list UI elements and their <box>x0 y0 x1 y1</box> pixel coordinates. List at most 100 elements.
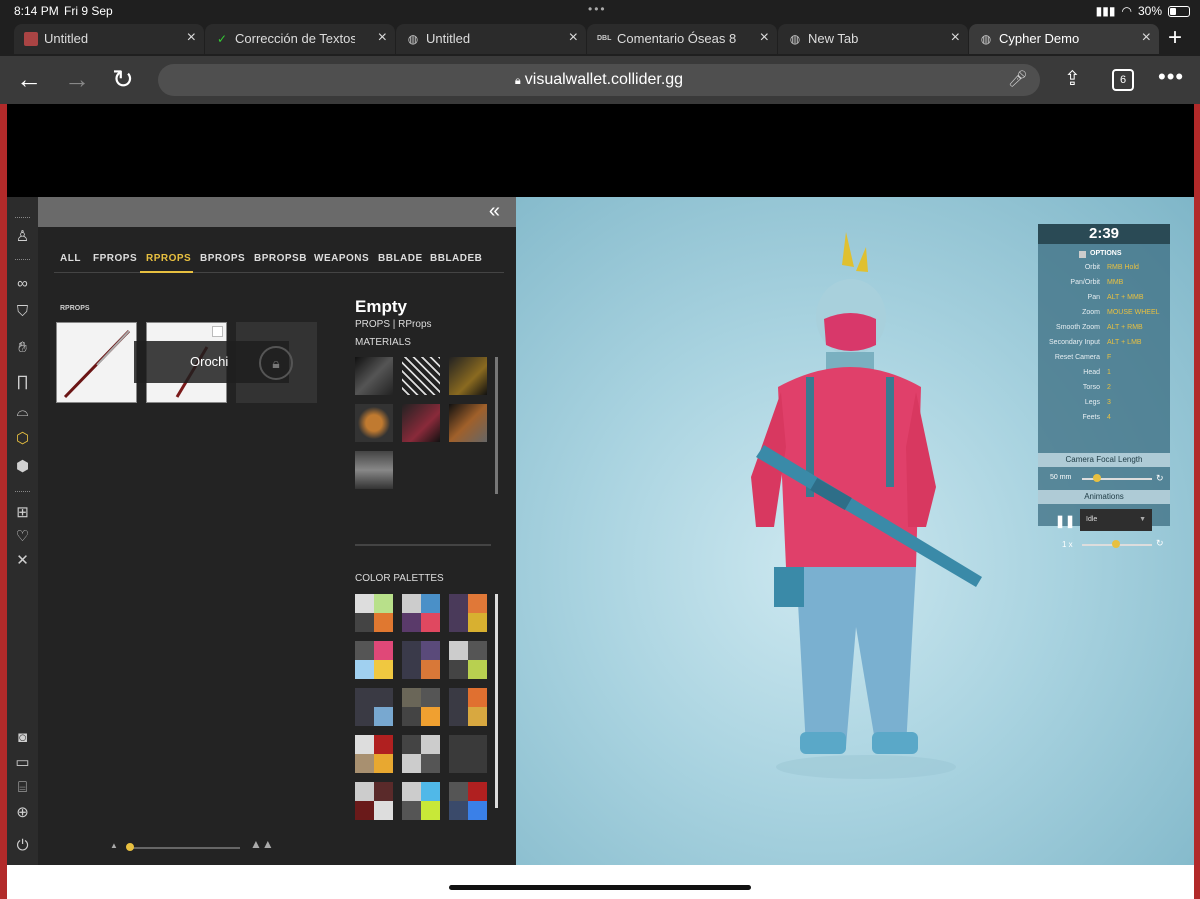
palette-swatch[interactable] <box>355 782 393 820</box>
browser-tab-3[interactable]: ◍ Untitled × <box>396 24 586 54</box>
multitasking-dots-icon[interactable]: ••• <box>588 2 607 16</box>
prop-item-katana[interactable] <box>56 322 137 403</box>
tab-bpropsb[interactable]: BPROPSB <box>254 253 307 264</box>
character-model[interactable] <box>716 227 1016 787</box>
palette-swatch[interactable] <box>449 688 487 726</box>
camera-icon[interactable]: ◙ <box>7 729 38 746</box>
forward-arrow-icon[interactable]: → <box>64 64 90 94</box>
cube-icon[interactable]: ⬢ <box>7 457 38 475</box>
drag-grip-icon[interactable] <box>15 259 30 262</box>
option-row: Torso 2 <box>1082 384 1111 391</box>
power-icon[interactable]: ⏻ <box>7 837 38 854</box>
browser-tab-1[interactable]: Untitled × <box>14 24 204 54</box>
close-tab-icon[interactable]: × <box>187 29 196 47</box>
browser-tab-4[interactable]: DBL Comentario Óseas 8:4 × <box>587 24 777 54</box>
drag-grip-icon[interactable] <box>15 491 30 494</box>
browser-tab-6-active[interactable]: ◍ Cypher Demo × <box>969 24 1159 54</box>
close-tab-icon[interactable]: × <box>951 29 960 47</box>
material-swatch[interactable] <box>402 357 440 395</box>
palette-swatch[interactable] <box>355 641 393 679</box>
clock: 8:14 PM <box>14 4 59 18</box>
material-swatch[interactable] <box>402 404 440 442</box>
drag-grip-icon[interactable] <box>15 217 30 220</box>
item-title: Empty <box>355 297 407 316</box>
close-tab-icon[interactable]: × <box>760 29 769 47</box>
speed-thumb[interactable] <box>1112 540 1120 548</box>
thumbnail-size-slider[interactable]: ▲ ▲▲ <box>110 837 274 853</box>
focal-length-thumb[interactable] <box>1093 474 1101 482</box>
material-swatch[interactable] <box>355 451 393 489</box>
close-tab-icon[interactable]: × <box>569 29 578 47</box>
reset-speed-icon[interactable]: ↻ <box>1156 538 1164 549</box>
option-row: Feets 4 <box>1082 414 1111 421</box>
folder-icon[interactable]: ⌸ <box>7 779 38 796</box>
focal-length-value: 50 mm <box>1050 474 1072 481</box>
animation-select[interactable]: Idle ▼ <box>1080 509 1152 531</box>
materials-label: MATERIALS <box>355 337 411 348</box>
material-swatch[interactable] <box>449 357 487 395</box>
props-box-icon[interactable]: ⬡ <box>7 429 38 447</box>
palette-swatch[interactable] <box>402 594 440 632</box>
material-swatch[interactable] <box>355 357 393 395</box>
palette-swatch[interactable] <box>402 688 440 726</box>
tab-all[interactable]: ALL <box>60 253 81 264</box>
palette-swatch[interactable] <box>449 641 487 679</box>
browser-tab-5[interactable]: ◍ New Tab × <box>778 24 968 54</box>
focal-length-header: Camera Focal Length <box>1038 453 1170 467</box>
reset-focal-icon[interactable]: ↻ <box>1156 473 1164 484</box>
palette-swatch[interactable] <box>449 735 487 773</box>
palette-swatch[interactable] <box>449 594 487 632</box>
new-tab-plus-icon[interactable]: + <box>1160 24 1190 52</box>
palette-swatch[interactable] <box>355 594 393 632</box>
save-icon[interactable]: ▭ <box>7 753 38 771</box>
palettes-scrollbar[interactable] <box>495 594 498 808</box>
more-menu-icon[interactable]: ••• <box>1158 64 1184 90</box>
tab-weapons[interactable]: WEAPONS <box>314 253 369 264</box>
options-checkbox[interactable] <box>1079 251 1086 258</box>
color-palettes-label: COLOR PALETTES <box>355 573 444 584</box>
palette-swatch[interactable] <box>402 641 440 679</box>
home-indicator[interactable] <box>449 885 751 890</box>
tab-count-button[interactable]: 6 <box>1112 69 1134 91</box>
pants-icon[interactable]: ∏ <box>7 373 38 390</box>
address-bar[interactable]: 🔒︎ visualwallet.collider.gg 🎤︎ <box>158 64 1040 96</box>
glasses-icon[interactable]: ∞ <box>7 275 38 292</box>
heart-icon[interactable]: ♡ <box>7 527 38 545</box>
tools-icon[interactable]: ✕ <box>7 551 38 569</box>
shirt-icon[interactable]: ⛉ <box>7 303 38 320</box>
download-icon[interactable]: ⊕ <box>7 803 38 821</box>
tab-bbladeb[interactable]: BBLADEB <box>430 253 482 264</box>
tab-bblade[interactable]: BBLADE <box>378 253 423 264</box>
palette-swatch[interactable] <box>402 782 440 820</box>
slider-track[interactable] <box>130 847 240 849</box>
select-checkbox[interactable] <box>212 326 223 337</box>
browser-tab-2[interactable]: ✓ Corrección de Textos × <box>205 24 395 54</box>
microphone-icon[interactable]: 🎤︎ <box>1008 64 1028 96</box>
material-swatch[interactable] <box>449 404 487 442</box>
option-row: Head 1 <box>1083 369 1111 376</box>
battery-icon <box>1168 5 1190 17</box>
tab-bprops[interactable]: BPROPS <box>200 253 245 264</box>
3d-viewport[interactable]: 2:39 OPTIONS Orbit RMB Hold Pan/Orbit MMB … <box>516 197 1194 865</box>
pause-icon[interactable]: ❚❚ <box>1055 514 1075 528</box>
back-arrow-icon[interactable]: ← <box>16 64 42 94</box>
body-icon[interactable]: ♙ <box>7 227 38 245</box>
active-tab-indicator <box>140 271 193 273</box>
materials-scrollbar[interactable] <box>495 357 498 494</box>
tab-rprops[interactable]: RPROPS <box>146 253 191 264</box>
close-tab-icon[interactable]: × <box>378 29 387 47</box>
palette-swatch[interactable] <box>402 735 440 773</box>
grid-icon[interactable]: ⊞ <box>7 503 38 521</box>
collapse-panel-icon[interactable]: « <box>489 200 500 223</box>
slider-thumb[interactable] <box>126 843 134 851</box>
glove-icon[interactable]: ✋︎ <box>7 339 38 356</box>
shoe-icon[interactable]: ⌓ <box>7 403 38 420</box>
palette-swatch[interactable] <box>355 688 393 726</box>
close-tab-icon[interactable]: × <box>1142 29 1151 47</box>
reload-icon[interactable]: ↻ <box>112 64 134 94</box>
share-icon[interactable]: ⇪ <box>1064 66 1081 91</box>
palette-swatch[interactable] <box>355 735 393 773</box>
palette-swatch[interactable] <box>449 782 487 820</box>
tab-fprops[interactable]: FPROPS <box>93 253 137 264</box>
material-swatch[interactable] <box>355 404 393 442</box>
